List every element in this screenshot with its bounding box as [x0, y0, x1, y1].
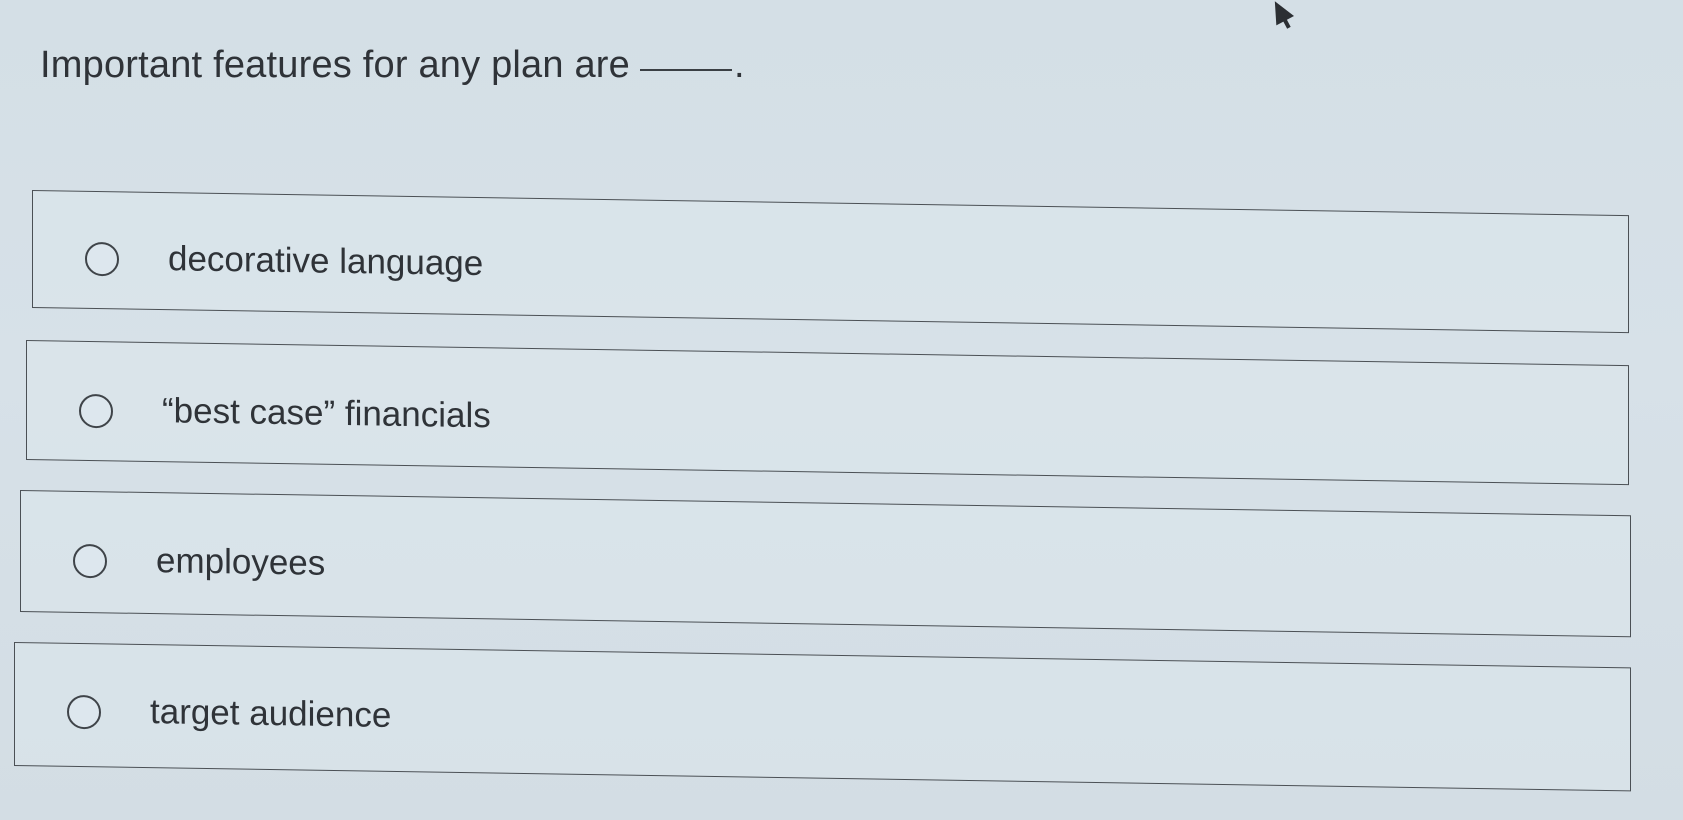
option-label: target audience — [150, 692, 392, 735]
radio-empty-icon[interactable] — [85, 241, 119, 277]
mouse-pointer-icon — [1266, 0, 1294, 26]
answer-option-target-audience[interactable]: target audience — [14, 642, 1631, 792]
radio-empty-icon[interactable] — [67, 694, 101, 730]
radio-empty-icon[interactable] — [79, 393, 113, 429]
answer-option-decorative-language[interactable]: decorative language — [32, 190, 1629, 334]
question-period: . — [734, 44, 745, 86]
question-text: Important features for any plan are. — [40, 44, 745, 87]
option-label: “best case” financials — [162, 391, 491, 436]
answer-option-best-case-financials[interactable]: “best case” financials — [26, 340, 1629, 486]
answer-option-employees[interactable]: employees — [20, 490, 1631, 638]
option-label: employees — [156, 541, 326, 583]
radio-empty-icon[interactable] — [73, 543, 107, 579]
answer-blank — [640, 69, 732, 71]
option-label: decorative language — [168, 239, 484, 284]
quiz-page: Important features for any plan are. dec… — [0, 0, 1683, 820]
question-prompt: Important features for any plan are — [40, 44, 630, 86]
